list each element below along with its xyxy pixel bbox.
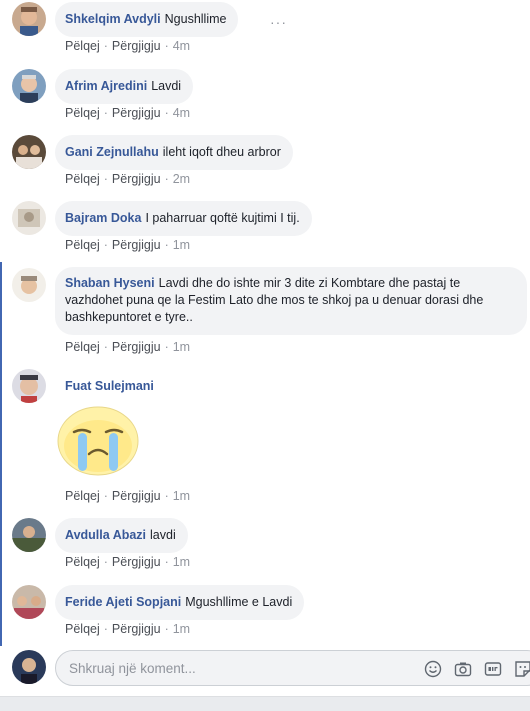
reply-link[interactable]: Përgjigju <box>112 340 161 354</box>
separator: · <box>164 489 169 503</box>
separator: · <box>103 172 108 186</box>
emoji-icon[interactable] <box>424 660 442 678</box>
avatar[interactable] <box>12 69 46 103</box>
comment-text: Lavdi <box>151 79 182 93</box>
comment-bubble: Fuat Sulejmani <box>55 369 170 404</box>
page-bottom-strip <box>0 696 530 711</box>
reply-link[interactable]: Përgjigju <box>112 622 161 636</box>
comment-time[interactable]: 4m <box>173 39 190 53</box>
comment-text: Ngushllime <box>164 12 227 26</box>
like-link[interactable]: Pëlqej <box>65 238 100 252</box>
like-link[interactable]: Pëlqej <box>65 489 100 503</box>
separator: · <box>164 555 169 569</box>
avatar[interactable] <box>12 201 46 235</box>
comment-author[interactable]: Gani Zejnullahu <box>65 145 159 159</box>
like-link[interactable]: Pëlqej <box>65 340 100 354</box>
separator: · <box>164 106 169 120</box>
avatar[interactable] <box>12 369 46 403</box>
comment-actions: Pëlqej · Përgjigju · 1m <box>65 340 190 354</box>
comment-author[interactable]: Feride Ajeti Sopjani <box>65 595 181 609</box>
comment-bubble: Bajram Doka I paharruar qoftë kujtimi I t… <box>55 201 312 236</box>
comment-actions: Pëlqej · Përgjigju · 1m <box>65 238 190 252</box>
separator: · <box>103 340 108 354</box>
reply-link[interactable]: Përgjigju <box>112 172 161 186</box>
reply-link[interactable]: Përgjigju <box>112 489 161 503</box>
avatar[interactable] <box>12 135 46 169</box>
comment-text: I paharruar qoftë kujtimi I tij. <box>145 211 300 225</box>
comment-time[interactable]: 2m <box>173 172 190 186</box>
comment-time[interactable]: 1m <box>173 622 190 636</box>
comment-actions: Pëlqej · Përgjigju · 1m <box>65 622 190 636</box>
comment-actions: Pëlqej · Përgjigju · 4m <box>65 39 190 53</box>
separator: · <box>103 489 108 503</box>
comment-text: Mgushllime e Lavdi <box>185 595 293 609</box>
comment-author[interactable]: Shaban Hyseni <box>65 276 155 290</box>
like-link[interactable]: Pëlqej <box>65 172 100 186</box>
comment-bubble: Afrim Ajredini Lavdi <box>55 69 194 104</box>
avatar[interactable] <box>12 518 46 552</box>
comment-actions: Pëlqej · Përgjigju · 1m <box>65 555 190 569</box>
separator: · <box>164 340 169 354</box>
comment-time[interactable]: 4m <box>173 106 190 120</box>
comment-bubble: Feride Ajeti Sopjani Mgushllime e Lavdi <box>55 585 305 620</box>
crying-sticker <box>56 404 140 478</box>
comment-author[interactable]: Avdulla Abazi <box>65 528 146 542</box>
like-link[interactable]: Pëlqej <box>65 106 100 120</box>
comment-bubble: Avdulla Abazi lavdi <box>55 518 188 553</box>
comment-author[interactable]: Fuat Sulejmani <box>65 379 154 393</box>
separator: · <box>103 622 108 636</box>
avatar[interactable] <box>12 2 46 36</box>
comment-author[interactable]: Afrim Ajredini <box>65 79 147 93</box>
comment-actions: Pëlqej · Përgjigju · 1m <box>65 489 190 503</box>
reply-link[interactable]: Përgjigju <box>112 238 161 252</box>
separator: · <box>164 238 169 252</box>
comment-bubble: Shkelqim Avdyli Ngushllime <box>55 2 239 37</box>
comment-composer <box>0 646 530 690</box>
avatar[interactable] <box>12 268 46 302</box>
separator: · <box>164 172 169 186</box>
like-link[interactable]: Pëlqej <box>65 39 100 53</box>
comment-input-box <box>55 650 530 686</box>
gif-icon[interactable] <box>484 660 502 678</box>
comment-author[interactable]: Shkelqim Avdyli <box>65 12 161 26</box>
separator: · <box>164 39 169 53</box>
comment-time[interactable]: 1m <box>173 489 190 503</box>
comment-time[interactable]: 1m <box>173 340 190 354</box>
separator: · <box>103 238 108 252</box>
comment-text: lavdi <box>150 528 176 542</box>
camera-icon[interactable] <box>454 660 472 678</box>
more-options-icon[interactable]: ··· <box>270 14 287 30</box>
like-link[interactable]: Pëlqej <box>65 622 100 636</box>
current-user-avatar[interactable] <box>12 650 46 684</box>
comment-bubble: Shaban Hyseni Lavdi dhe do ishte mir 3 di… <box>55 267 527 335</box>
comment-input[interactable] <box>69 651 409 685</box>
reply-link[interactable]: Përgjigju <box>112 106 161 120</box>
reply-thread-line <box>0 262 2 646</box>
comment-time[interactable]: 1m <box>173 238 190 252</box>
comment-actions: Pëlqej · Përgjigju · 2m <box>65 172 190 186</box>
sticker-icon[interactable] <box>514 660 530 678</box>
comment-text: ileht iqoft dheu arbror <box>162 145 281 159</box>
avatar[interactable] <box>12 585 46 619</box>
reply-link[interactable]: Përgjigju <box>112 39 161 53</box>
separator: · <box>164 622 169 636</box>
like-link[interactable]: Pëlqej <box>65 555 100 569</box>
comment-bubble: Gani Zejnullahu ileht iqoft dheu arbror <box>55 135 293 170</box>
comment-time[interactable]: 1m <box>173 555 190 569</box>
reply-link[interactable]: Përgjigju <box>112 555 161 569</box>
comment-actions: Pëlqej · Përgjigju · 4m <box>65 106 190 120</box>
separator: · <box>103 39 108 53</box>
comment-thread: Shkelqim Avdyli Ngushllime ··· Pëlqej · Për… <box>0 0 530 711</box>
comment-author[interactable]: Bajram Doka <box>65 211 141 225</box>
separator: · <box>103 555 108 569</box>
separator: · <box>103 106 108 120</box>
